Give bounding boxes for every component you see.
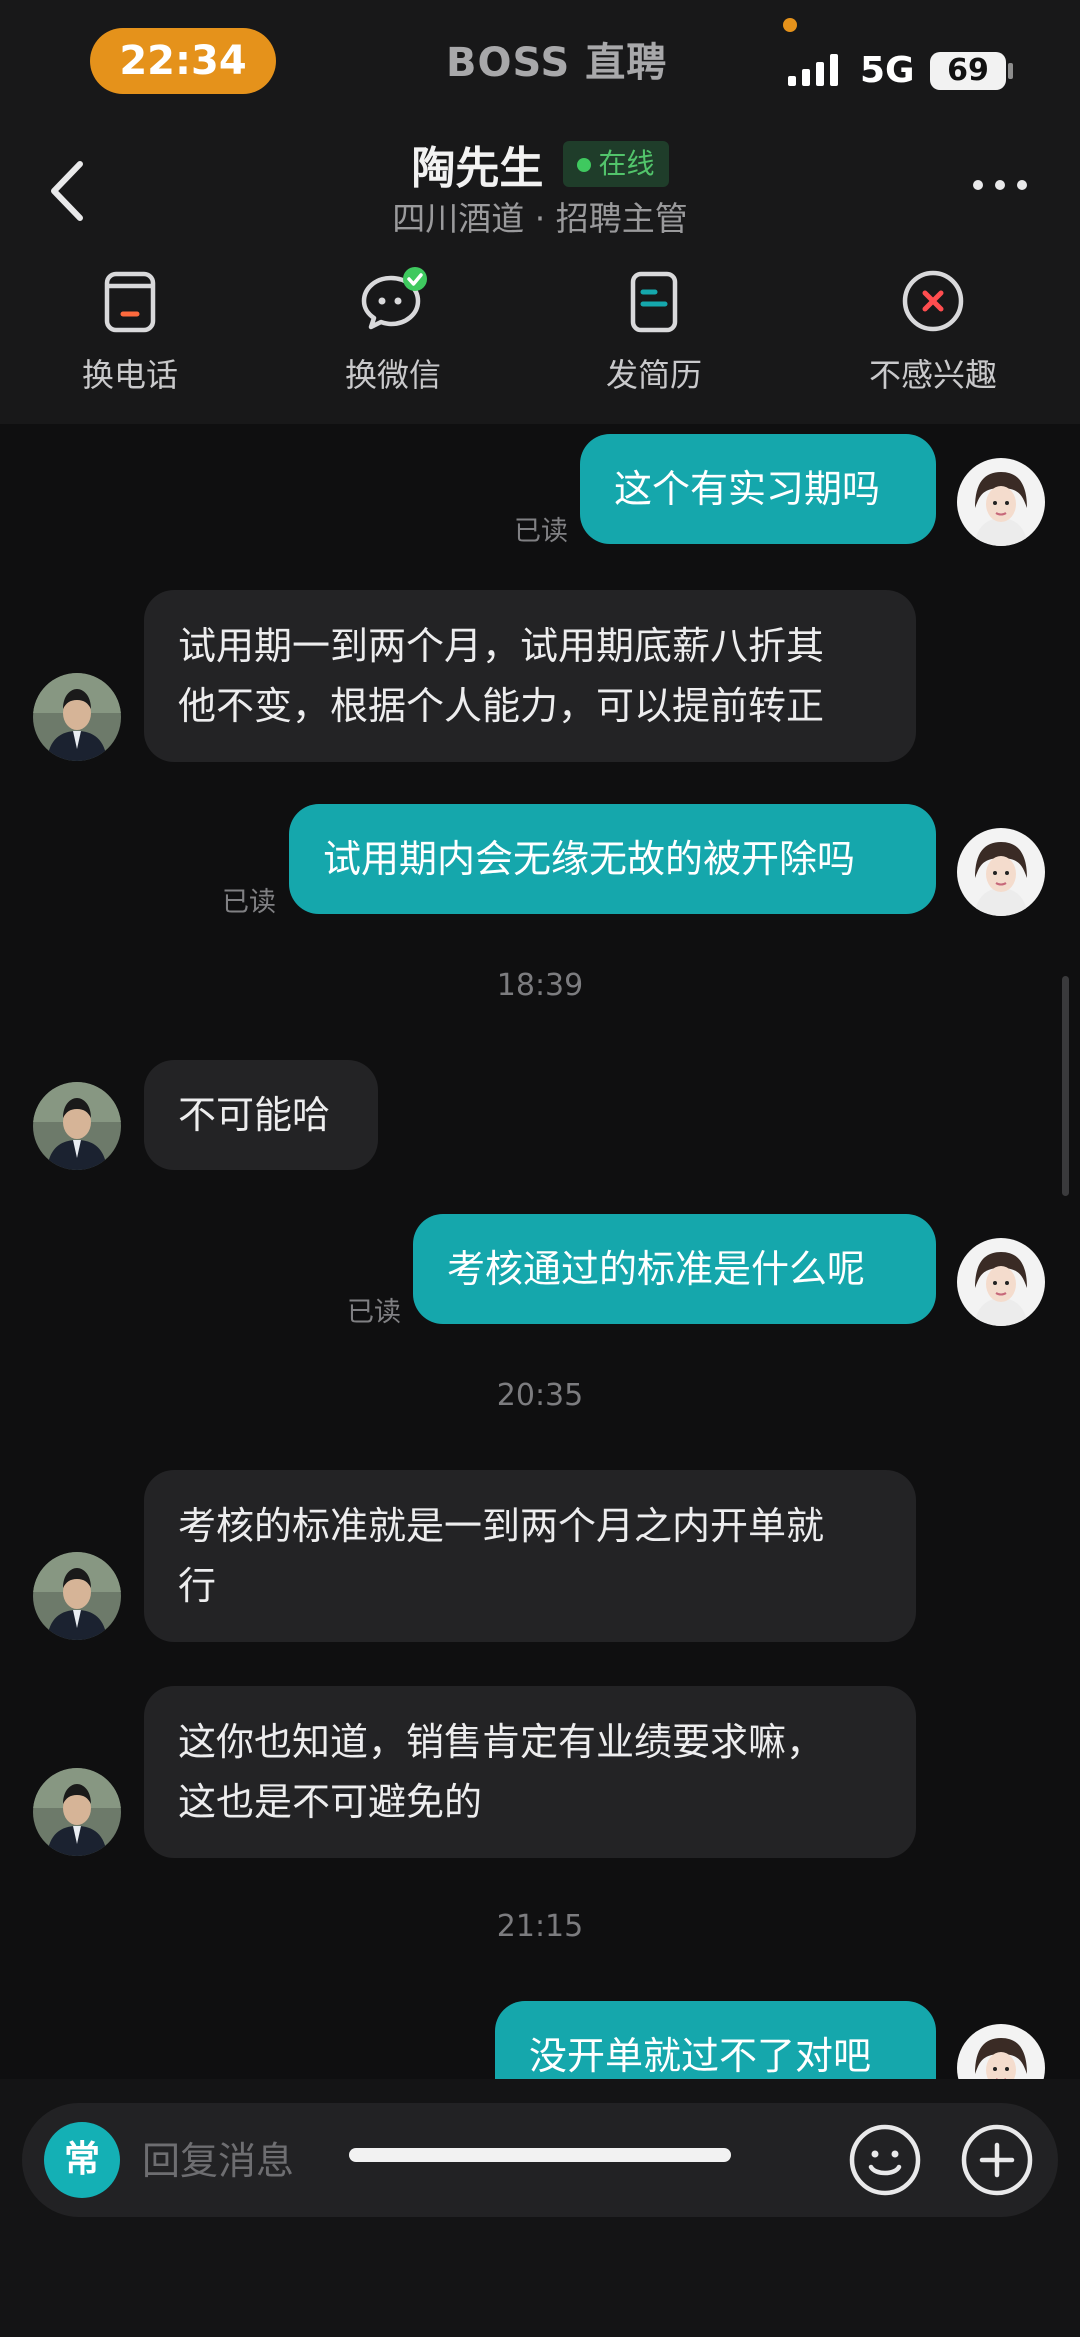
my-avatar[interactable] — [957, 2024, 1045, 2079]
emoji-icon[interactable] — [848, 2123, 922, 2197]
resume-icon — [630, 271, 678, 333]
network-type: 5G — [860, 50, 915, 91]
timestamp: 18:39 — [496, 968, 584, 1003]
not-interested-button[interactable]: 不感兴趣 — [843, 266, 1023, 396]
status-time: 22:34 — [90, 28, 276, 94]
battery-icon — [1008, 63, 1013, 79]
contact-message-bubble[interactable]: 不可能哈 — [144, 1060, 378, 1170]
contact-avatar[interactable] — [33, 1768, 121, 1856]
common-phrases-button[interactable]: 常 — [44, 2122, 120, 2198]
my-avatar[interactable] — [957, 458, 1045, 546]
read-receipt: 已读 — [514, 516, 568, 547]
read-receipt: 已读 — [222, 887, 276, 918]
contact-name: 陶先生 — [411, 143, 544, 194]
exchange-wechat-button[interactable]: 换微信 — [303, 266, 483, 396]
my-message-bubble[interactable]: 考核通过的标准是什么呢 — [413, 1214, 936, 1324]
wechat-icon — [361, 267, 427, 330]
contact-message-bubble[interactable]: 试用期一到两个月，试用期底薪八折其 他不变，根据个人能力，可以提前转正 — [144, 590, 916, 762]
my-message-bubble[interactable]: 没开单就过不了对吧 — [495, 2001, 936, 2079]
contact-name-row: 陶先生 在线 — [0, 132, 1080, 196]
my-message-bubble[interactable]: 这个有实习期吗 — [580, 434, 936, 544]
contact-avatar[interactable] — [33, 1552, 121, 1640]
online-status-badge: 在线 — [562, 141, 669, 187]
scrollbar[interactable] — [1062, 976, 1069, 1196]
privacy-indicator-dot — [783, 18, 797, 32]
contact-avatar[interactable] — [33, 1082, 121, 1170]
signal-icon — [788, 54, 838, 86]
status-bar: 22:34 BOSS 直聘 5G 69 — [0, 0, 1080, 120]
timestamp: 20:35 — [496, 1378, 584, 1413]
more-options-icon[interactable] — [970, 170, 1030, 200]
exchange-phone-button[interactable]: 换电话 — [40, 266, 220, 396]
battery-level: 69 — [930, 52, 1006, 90]
timestamp: 21:15 — [496, 1909, 584, 1944]
status-app-name: BOSS 直聘 — [446, 40, 668, 86]
send-resume-button[interactable]: 发简历 — [564, 266, 744, 396]
bottom-input-area: 常 — [0, 2079, 1080, 2337]
my-avatar[interactable] — [957, 1238, 1045, 1326]
quick-actions: 换电话 换微信 发简历 不感兴趣 — [0, 266, 1080, 416]
phone-card-icon — [104, 271, 156, 333]
not-interested-icon — [902, 270, 964, 332]
my-message-bubble[interactable]: 试用期内会无缘无故的被开除吗 — [289, 804, 936, 914]
chat-header: 陶先生 在线 四川酒道 · 招聘主管 换电话 换微信 发简历 不感兴趣 — [0, 120, 1080, 424]
contact-avatar[interactable] — [33, 673, 121, 761]
message-list[interactable]: 已读 这个有实习期吗 试用期一到两个月，试用期底薪八折其 他不变，根据个人能力，… — [0, 424, 1080, 2079]
contact-message-bubble[interactable]: 考核的标准就是一到两个月之内开单就 行 — [144, 1470, 916, 1642]
home-indicator[interactable] — [349, 2148, 731, 2162]
contact-message-bubble[interactable]: 这你也知道，销售肯定有业绩要求嘛， 这也是不可避免的 — [144, 1686, 916, 1858]
read-receipt: 已读 — [347, 1297, 401, 1328]
plus-icon[interactable] — [960, 2123, 1034, 2197]
my-avatar[interactable] — [957, 828, 1045, 916]
contact-company-title: 四川酒道 · 招聘主管 — [392, 199, 688, 238]
